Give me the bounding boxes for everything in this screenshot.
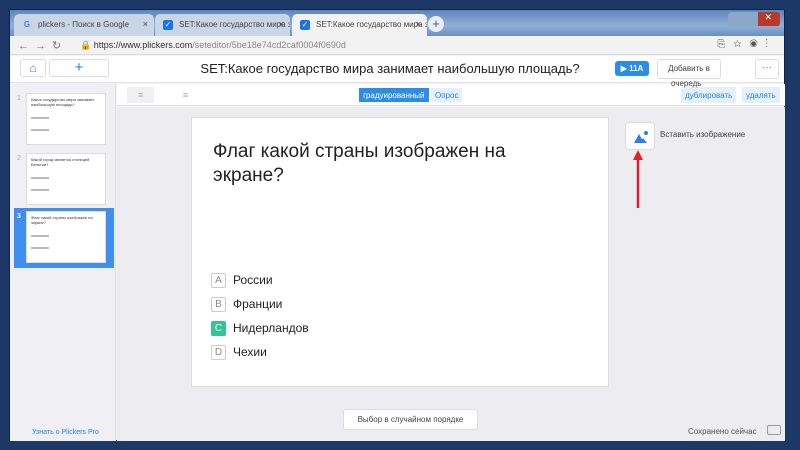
- insert-image-button[interactable]: [625, 122, 655, 150]
- add-to-queue-button[interactable]: Добавить в: [657, 59, 721, 79]
- editor-canvas: Флаг какой страны изображен на экране? A…: [117, 107, 785, 441]
- insert-image-label: Вставить изображение: [660, 130, 746, 139]
- nav-buttons[interactable]: ←→↻: [18, 39, 67, 52]
- home-icon: ⌂: [29, 61, 37, 75]
- address-bar: ←→↻ 🔒 https://www.plickers.com/seteditor…: [10, 36, 784, 55]
- tab-set-1[interactable]: ✓ SET:Какое государство мира за ×: [155, 14, 290, 36]
- red-arrow-annotation: [633, 150, 643, 208]
- slide-number: 1: [17, 95, 21, 102]
- close-tab-icon[interactable]: ×: [416, 19, 421, 29]
- slide-text: Флаг какой страны изображен на экране?: [31, 215, 93, 225]
- question-card: Флаг какой страны изображен на экране? A…: [191, 117, 609, 387]
- choice-text: Нидерландов: [233, 321, 309, 335]
- choice-a[interactable]: A России: [211, 273, 273, 289]
- close-tab-icon[interactable]: ×: [143, 19, 148, 29]
- more-button[interactable]: ···: [755, 59, 779, 79]
- tab-label: SET:Какое государство мира за: [179, 20, 290, 29]
- plus-icon: +: [74, 59, 84, 76]
- shuffle-button[interactable]: Выбор в случайном порядке: [343, 409, 478, 430]
- question-text[interactable]: Флаг какой страны изображен на экране?: [213, 140, 533, 188]
- survey-toggle[interactable]: Опрос: [431, 88, 463, 102]
- tab-label: plickers - Поиск в Google: [38, 20, 129, 29]
- delete-button[interactable]: удалять: [742, 87, 780, 103]
- queue-label-overflow: очередь: [671, 79, 702, 88]
- keyboard-icon[interactable]: [767, 425, 781, 435]
- play-button[interactable]: ▶ 11A: [615, 61, 649, 76]
- layout-left-button[interactable]: ≡: [127, 87, 154, 103]
- duplicate-button[interactable]: дублировать: [681, 87, 737, 103]
- page-title: SET:Какое государство мира занимает наиб…: [200, 61, 580, 76]
- choice-d[interactable]: D Чехии: [211, 345, 267, 361]
- choice-letter[interactable]: D: [211, 345, 226, 361]
- browser-window: Gplickers - Поиск в Google × ✓ SET:Какое г…: [9, 9, 785, 441]
- slide-text: Какое государство мира занимает наибольш…: [31, 97, 95, 107]
- choice-letter[interactable]: A: [211, 273, 226, 289]
- url-path: /seteditor/5be18e74cd2caf0004f0690d: [192, 40, 346, 50]
- choice-c[interactable]: C Нидерландов: [211, 321, 309, 337]
- slide-thumb-1[interactable]: 1 Какое государство мира занимает наиболь…: [14, 90, 114, 146]
- choice-letter-correct[interactable]: C: [211, 321, 226, 337]
- home-button[interactable]: ⌂: [20, 59, 46, 77]
- slides-sidebar: 1 Какое государство мира занимает наиболь…: [10, 84, 116, 441]
- slide-thumb-2[interactable]: 2 Какой город является столицей Бельгии?: [14, 150, 114, 206]
- choice-letter[interactable]: B: [211, 297, 226, 313]
- checkbox-icon: ✓: [300, 20, 310, 30]
- choice-b[interactable]: B Франции: [211, 297, 282, 313]
- image-icon: [634, 131, 648, 143]
- browser-actions[interactable]: ⎘☆◉⋮: [717, 39, 776, 50]
- slide-text: Какой город является столицей Бельгии?: [31, 157, 90, 167]
- url-input[interactable]: 🔒 https://www.plickers.com/seteditor/5be…: [68, 38, 698, 53]
- new-tab-button[interactable]: +: [428, 16, 444, 32]
- choice-text: Чехии: [233, 345, 267, 359]
- graded-toggle[interactable]: градуированный: [359, 88, 429, 102]
- google-icon: G: [23, 20, 31, 29]
- window-controls[interactable]: ✕: [728, 12, 780, 26]
- add-button[interactable]: +: [49, 59, 109, 77]
- url-host: https://www.plickers.com: [93, 40, 193, 50]
- app-header: ⌂ + SET:Какое государство мира занимает …: [10, 56, 784, 83]
- slide-number: 3: [17, 213, 21, 220]
- tab-set-2[interactable]: ✓ SET:Какое государство мира за ×: [292, 14, 427, 36]
- tab-google[interactable]: Gplickers - Поиск в Google ×: [14, 14, 154, 36]
- slide-number: 2: [17, 155, 21, 162]
- choice-text: Франции: [233, 297, 283, 311]
- checkbox-icon: ✓: [163, 20, 173, 30]
- tab-label: SET:Какое государство мира за: [316, 20, 427, 29]
- tab-bar: Gplickers - Поиск в Google × ✓ SET:Какое г…: [10, 10, 784, 36]
- choice-text: России: [233, 273, 273, 287]
- plickers-pro-link[interactable]: Узнать о Plickers Pro: [32, 429, 99, 436]
- save-status: Сохранено сейчас: [688, 427, 757, 436]
- slide-thumb-3[interactable]: 3 Флаг какой страны изображен на экране?: [14, 208, 114, 268]
- layout-center-button[interactable]: ≡: [172, 87, 199, 103]
- close-tab-icon[interactable]: ×: [279, 19, 284, 29]
